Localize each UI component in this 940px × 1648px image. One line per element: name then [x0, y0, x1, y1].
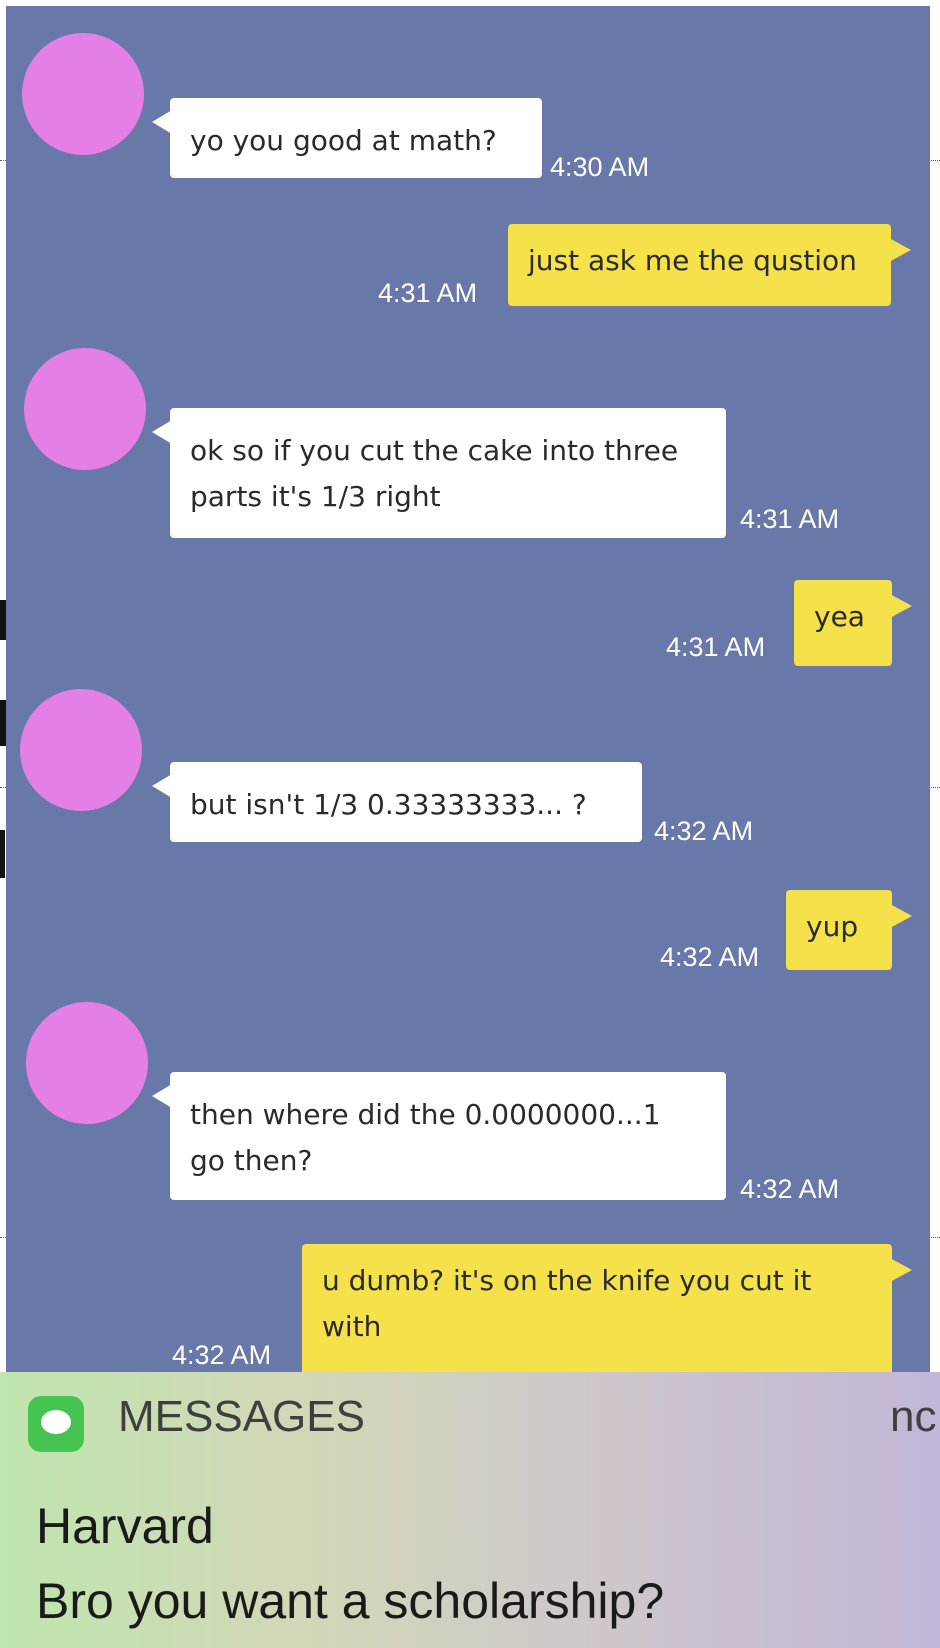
message-bubble-incoming[interactable]: ok so if you cut the cake into three par… [152, 408, 726, 538]
notification-app-name: MESSAGES [118, 1392, 365, 1441]
message-time: 4:31 AM [378, 278, 478, 308]
message-time: 4:32 AM [172, 1340, 272, 1370]
message-text: then where did the 0.0000000...1 go then… [190, 1098, 661, 1177]
contact-avatar[interactable] [20, 689, 142, 811]
notification-sender: Harvard [36, 1498, 214, 1554]
message-time: 4:31 AM [666, 632, 766, 662]
message-text: yup [806, 910, 859, 943]
contact-avatar[interactable] [26, 1002, 148, 1124]
message-bubble-outgoing[interactable]: yup [786, 890, 912, 970]
message-time: 4:32 AM [660, 942, 760, 972]
message-bubble-outgoing[interactable]: u dumb? it's on the knife you cut it wit… [302, 1244, 912, 1372]
message-text: yo you good at math? [190, 124, 497, 157]
message-bubble-outgoing[interactable]: just ask me the qustion [508, 224, 911, 306]
notification-body: Bro you want a scholarship? [36, 1573, 665, 1629]
message-time: 4:32 AM [654, 816, 754, 846]
message-text: u dumb? it's on the knife you cut it wit… [322, 1264, 812, 1343]
message-text: ok so if you cut the cake into three par… [190, 434, 679, 513]
notification-banner[interactable]: MESSAGES nc Harvard Bro you want a schol… [0, 1372, 940, 1648]
message-time: 4:31 AM [740, 504, 840, 534]
messages-app-icon [28, 1396, 84, 1452]
contact-avatar[interactable] [24, 348, 146, 470]
message-text: but isn't 1/3 0.33333333... ? [190, 788, 587, 821]
message-time: 4:32 AM [740, 1174, 840, 1204]
message-text: just ask me the qustion [528, 244, 857, 277]
message-text: yea [814, 600, 865, 633]
contact-avatar[interactable] [22, 33, 144, 155]
message-bubble-incoming[interactable]: but isn't 1/3 0.33333333... ? [152, 762, 642, 842]
message-bubble-incoming[interactable]: yo you good at math? [152, 98, 542, 178]
message-time: 4:30 AM [550, 152, 650, 182]
chat-thread[interactable]: yo you good at math? 4:30 AM just ask me… [6, 6, 930, 1372]
edge-artifact [0, 830, 5, 878]
notification-time: nc [890, 1392, 937, 1441]
message-bubble-outgoing[interactable]: yea [794, 580, 912, 666]
message-bubble-incoming[interactable]: then where did the 0.0000000...1 go then… [152, 1072, 726, 1200]
